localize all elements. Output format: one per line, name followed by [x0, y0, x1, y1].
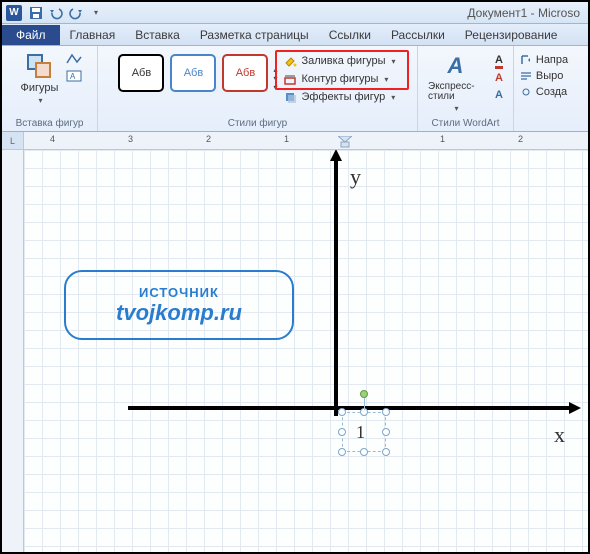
create-link-label: Созда [536, 86, 567, 98]
group-shape-styles: Абв Абв Абв ▴ ▾ ▾ Заливка фигуры ▾ Конту… [98, 46, 418, 131]
x-axis-line [128, 406, 572, 410]
chevron-down-icon: ▾ [384, 75, 388, 84]
shape-style-3[interactable]: Абв [222, 54, 268, 92]
create-link-button[interactable]: Созда [516, 84, 572, 100]
shapes-icon [25, 52, 53, 80]
text-effects-icon[interactable]: A [491, 88, 507, 102]
effects-icon [283, 90, 297, 104]
style-gallery-down-icon[interactable]: ▾ [273, 74, 277, 83]
x-axis-label: x [554, 422, 565, 448]
text-direction-button[interactable]: Напра [516, 52, 572, 68]
shapes-label: Фигуры [21, 82, 59, 94]
selection-handle[interactable] [338, 408, 346, 416]
titlebar: W ▾ Документ1 - Microso [2, 2, 588, 24]
window-title: Документ1 - Microso [104, 6, 584, 20]
selection-handle[interactable] [382, 408, 390, 416]
shape-outline-label: Контур фигуры [301, 73, 378, 85]
y-axis-line [334, 156, 338, 416]
shape-effects-label: Эффекты фигур [301, 91, 385, 103]
svg-text:A: A [70, 72, 76, 81]
x-axis-arrow-icon [569, 402, 581, 414]
word-app-icon: W [6, 5, 22, 21]
link-icon [520, 86, 532, 98]
express-styles-button[interactable]: A Экспресс-стили ▾ [424, 50, 487, 115]
text-direction-label: Напра [536, 54, 568, 66]
text-box-icon[interactable]: A [66, 69, 82, 83]
selection-handle[interactable] [338, 428, 346, 436]
shape-fill-label: Заливка фигуры [301, 55, 385, 67]
group-label-wordart: Стили WordArt [418, 118, 513, 129]
wordart-a-icon: A [442, 52, 470, 80]
chevron-down-icon: ▾ [392, 57, 396, 66]
style-gallery-up-icon[interactable]: ▴ [273, 65, 277, 74]
pencil-outline-icon [283, 72, 297, 86]
group-label-shape-styles: Стили фигур [98, 118, 417, 129]
y-axis-label: y [350, 164, 361, 190]
drawing-canvas[interactable]: y x ИСТОЧНИК tvojkomp.ru 1 [24, 150, 588, 552]
ribbon-tabs: Файл Главная Вставка Разметка страницы С… [2, 24, 588, 46]
selection-handle[interactable] [360, 448, 368, 456]
indent-marker-icon[interactable] [338, 136, 352, 148]
chevron-down-icon: ▾ [454, 104, 458, 113]
undo-icon[interactable] [48, 5, 64, 21]
shape-effects-button[interactable]: Эффекты фигур ▾ [279, 88, 399, 106]
shape-fill-button[interactable]: Заливка фигуры ▾ [279, 52, 399, 70]
rotate-handle[interactable] [360, 390, 368, 398]
ribbon: Фигуры ▾ A Вставка фигур Абв Абв Абв ▴ ▾… [2, 46, 588, 132]
selection-handle[interactable] [382, 428, 390, 436]
text-outline-icon[interactable]: A [491, 71, 507, 85]
tab-insert[interactable]: Вставка [125, 25, 190, 45]
rotate-stem [364, 398, 365, 410]
watermark-line2: tvojkomp.ru [116, 300, 242, 326]
express-styles-label: Экспресс-стили [428, 82, 483, 102]
document-area: y x ИСТОЧНИК tvojkomp.ru 1 [2, 150, 588, 552]
tab-review[interactable]: Рецензирование [455, 25, 568, 45]
edit-shape-icon[interactable] [66, 52, 82, 66]
tab-mailings[interactable]: Рассылки [381, 25, 455, 45]
text-direction-icon [520, 54, 532, 66]
chevron-down-icon: ▾ [391, 93, 395, 102]
tab-file[interactable]: Файл [2, 25, 60, 45]
group-text: Напра Выро Созда [514, 46, 574, 131]
fill-bucket-icon [283, 54, 297, 68]
horizontal-ruler[interactable]: L 4 3 2 1 1 2 [2, 132, 588, 150]
chevron-down-icon: ▾ [38, 96, 42, 105]
watermark-line1: ИСТОЧНИК [139, 285, 219, 300]
source-watermark: ИСТОЧНИК tvojkomp.ru [64, 270, 294, 340]
redo-icon[interactable] [68, 5, 84, 21]
textbox-value: 1 [356, 422, 365, 443]
style-gallery-more-icon[interactable]: ▾ [273, 83, 277, 92]
ruler-corner: L [2, 132, 24, 150]
shape-outline-button[interactable]: Контур фигуры ▾ [279, 70, 399, 88]
tab-references[interactable]: Ссылки [319, 25, 381, 45]
align-text-button[interactable]: Выро [516, 68, 572, 84]
group-wordart-styles: A Экспресс-стили ▾ A A A Стили WordArt [418, 46, 514, 131]
selection-handle[interactable] [382, 448, 390, 456]
vertical-ruler[interactable] [2, 150, 24, 552]
tab-page-layout[interactable]: Разметка страницы [190, 25, 319, 45]
text-fill-icon[interactable]: A [491, 54, 507, 68]
shapes-gallery-button[interactable]: Фигуры ▾ [17, 50, 63, 107]
qat-customize-icon[interactable]: ▾ [88, 5, 104, 21]
shape-style-1[interactable]: Абв [118, 54, 164, 92]
group-insert-shapes: Фигуры ▾ A Вставка фигур [2, 46, 98, 131]
align-text-label: Выро [536, 70, 563, 82]
selection-handle[interactable] [338, 448, 346, 456]
quick-access-toolbar: ▾ [28, 5, 104, 21]
shape-style-2[interactable]: Абв [170, 54, 216, 92]
align-icon [520, 70, 532, 82]
tab-home[interactable]: Главная [60, 25, 126, 45]
group-label-insert-shapes: Вставка фигур [2, 118, 97, 129]
save-icon[interactable] [28, 5, 44, 21]
y-axis-arrow-icon [330, 150, 342, 161]
